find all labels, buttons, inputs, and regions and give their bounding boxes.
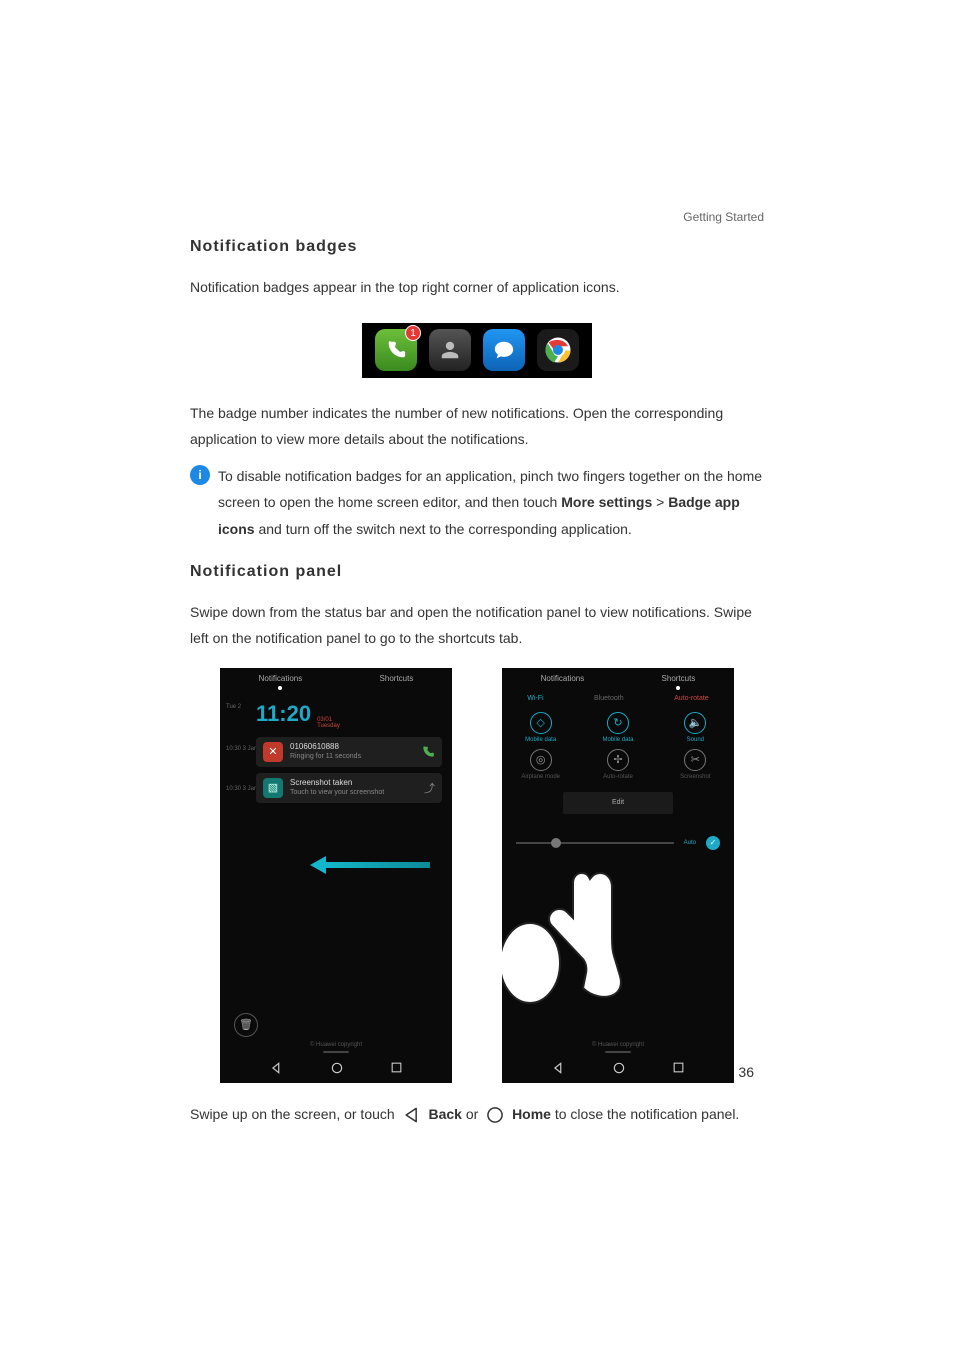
para-badges-intro: Notification badges appear in the top ri… xyxy=(190,274,764,301)
nav-back-icon-r xyxy=(552,1061,566,1075)
phone-app-icon: 1 xyxy=(375,329,417,371)
side-label-1: Tue 2 xyxy=(226,704,241,711)
chrome-app-icon xyxy=(537,329,579,371)
label-home: Home xyxy=(512,1106,551,1122)
close-text-a: Swipe up on the screen, or touch xyxy=(190,1106,399,1122)
figure-badge-icons: 1 xyxy=(190,323,764,378)
label-more-settings: More settings xyxy=(561,494,652,510)
shortcut-cell: ↻Mobile data xyxy=(579,712,656,743)
shortcut-cell: ✂Screenshot xyxy=(657,749,734,780)
figure-panel-mockups: Notifications Shortcuts Tue 2 11:20 03/0… xyxy=(190,668,764,1083)
shortcut-cell: 🔈Sound xyxy=(657,712,734,743)
panel-time: 11:20 xyxy=(256,701,311,727)
side-label-3: 10:30 3 Jan xyxy=(226,786,257,793)
edit-shortcuts-button: Edit xyxy=(563,792,673,814)
call-back-icon xyxy=(421,745,435,759)
screenshot-icon: ▧ xyxy=(263,778,283,798)
side-label-2: 10:30 3 Jan xyxy=(226,746,257,753)
contacts-app-icon xyxy=(429,329,471,371)
badge-count: 1 xyxy=(405,325,421,341)
missed-call-icon: ✕ xyxy=(263,742,283,762)
nav-recent-icon-r xyxy=(672,1061,685,1074)
panel-date: 03/01Tuesday xyxy=(317,717,340,729)
notification-card-screenshot: ▧ Screenshot takenTouch to view your scr… xyxy=(256,773,442,803)
mock-shortcuts-panel: Notifications Shortcuts Wi-Fi Bluetooth … xyxy=(502,668,734,1083)
para-panel-intro: Swipe down from the status bar and open … xyxy=(190,599,764,652)
heading-notification-badges: Notification badges xyxy=(190,238,764,256)
close-text-or: or xyxy=(466,1106,482,1122)
nav-recent-icon xyxy=(390,1061,403,1074)
sc-top-rot: Auto-rotate xyxy=(674,695,709,702)
para-close-panel: Swipe up on the screen, or touch Back or… xyxy=(190,1101,764,1128)
swipe-left-arrow-icon xyxy=(310,858,430,872)
heading-notification-panel: Notification panel xyxy=(190,563,764,581)
home-circle-icon xyxy=(485,1105,505,1125)
brightness-slider: Auto ✓ xyxy=(516,836,720,850)
sc-top-bt: Bluetooth xyxy=(594,695,624,702)
shortcut-cell: ◇Mobile data xyxy=(502,712,579,743)
info-icon: i xyxy=(190,465,210,485)
mock-footer-r: © Huawei copyright xyxy=(592,1042,644,1048)
nav-home-icon-r xyxy=(612,1061,626,1075)
shortcut-cell: ◎Airplane mode xyxy=(502,749,579,780)
mock-footer: © Huawei copyright xyxy=(310,1042,362,1048)
separator-gt: > xyxy=(652,494,668,510)
hand-gesture-icon xyxy=(502,863,622,1013)
label-back: Back xyxy=(428,1106,461,1122)
tab-shortcuts-r: Shortcuts xyxy=(662,674,696,690)
notification-card-call: ✕ 01060610888Ringing for 11 seconds xyxy=(256,737,442,767)
messages-app-icon xyxy=(483,329,525,371)
info-callout: i To disable notification badges for an … xyxy=(190,463,764,543)
close-text-b: to close the notification panel. xyxy=(555,1106,739,1122)
info-text-b: and turn off the switch next to the corr… xyxy=(255,521,632,537)
shortcut-cell: ✢Auto-rotate xyxy=(579,749,656,780)
back-triangle-icon xyxy=(402,1105,422,1125)
brightness-auto-label: Auto xyxy=(684,840,696,846)
brightness-auto-icon: ✓ xyxy=(706,836,720,850)
mock-notifications-panel: Notifications Shortcuts Tue 2 11:20 03/0… xyxy=(220,668,452,1083)
nav-back-icon xyxy=(270,1061,284,1075)
tab-notifications: Notifications xyxy=(259,674,303,690)
page-header-section: Getting Started xyxy=(190,210,764,224)
page-number: 36 xyxy=(738,1064,754,1080)
sc-top-wifi: Wi-Fi xyxy=(527,695,543,702)
tab-shortcuts: Shortcuts xyxy=(380,674,414,690)
share-icon: ⤴ xyxy=(424,780,435,796)
info-text: To disable notification badges for an ap… xyxy=(218,463,764,543)
tab-notifications-r: Notifications xyxy=(541,674,585,690)
para-badges-explain: The badge number indicates the number of… xyxy=(190,400,764,453)
clear-all-icon: 🗑 xyxy=(234,1013,258,1037)
nav-home-icon xyxy=(330,1061,344,1075)
